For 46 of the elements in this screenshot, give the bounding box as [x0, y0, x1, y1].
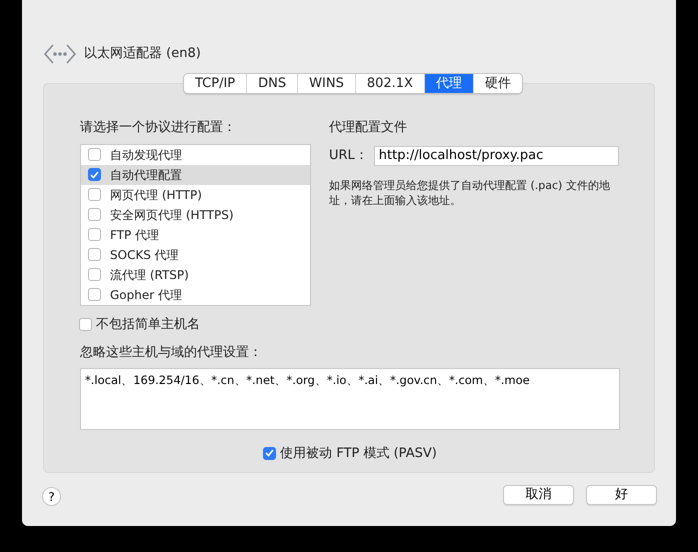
checkbox[interactable] [88, 248, 101, 261]
checkbox[interactable] [88, 208, 101, 221]
ok-button[interactable]: 好 [586, 485, 657, 505]
help-button[interactable]: ? [42, 487, 61, 506]
list-row[interactable]: 网页代理 (HTTP) [81, 184, 310, 204]
checkbox-label: 使用被动 FTP 模式 (PASV) [280, 444, 437, 462]
list-item-label: 自动代理配置 [110, 166, 182, 184]
list-row[interactable]: Gopher 代理 [81, 284, 310, 304]
tab[interactable]: DNS [246, 74, 298, 93]
section-label: 忽略这些主机与域的代理设置： [80, 344, 263, 362]
list-item-label: FTP 代理 [110, 226, 160, 244]
url-field[interactable]: http://localhost/proxy.pac [374, 146, 619, 166]
tab[interactable]: 802.1X [354, 74, 424, 93]
checkbox[interactable] [88, 268, 101, 281]
checkbox[interactable] [88, 148, 101, 161]
checkbox[interactable] [79, 318, 92, 331]
checkbox[interactable] [88, 228, 101, 241]
list-row[interactable]: 安全网页代理 (HTTPS) [81, 204, 310, 224]
list-row[interactable]: 流代理 (RTSP) [81, 264, 310, 284]
list-row[interactable]: FTP 代理 [81, 224, 310, 244]
network-icon [44, 43, 76, 65]
list-item-label: Gopher 代理 [110, 286, 182, 304]
tab[interactable]: 硬件 [472, 74, 522, 93]
url-label: URL： [329, 146, 368, 165]
help-text: 如果网络管理员给您提供了自动代理配置 (.pac) 文件的地址，请在上面输入该地址。 [329, 178, 611, 208]
tab[interactable]: WINS [297, 74, 355, 93]
list-item-label: 流代理 (RTSP) [110, 266, 189, 284]
checkbox[interactable] [88, 188, 101, 201]
list-item-label: 自动发现代理 [110, 146, 182, 164]
list-row[interactable]: 自动发现代理 [81, 144, 310, 164]
list-item-label: 网页代理 (HTTP) [110, 186, 202, 204]
tab[interactable]: TCP/IP [184, 74, 246, 93]
window-title: 以太网适配器 (en8) [84, 45, 201, 64]
checkbox-label: 不包括简单主机名 [96, 316, 200, 334]
list-item-label: 安全网页代理 (HTTPS) [110, 206, 234, 224]
section-label: 请选择一个协议进行配置： [80, 119, 237, 137]
cancel-button[interactable]: 取消 [503, 485, 574, 505]
checkbox[interactable] [88, 168, 101, 181]
list-row[interactable]: SOCKS 代理 [81, 244, 310, 264]
bypass-field[interactable]: *.local、169.254/16、*.cn、*.net、*.org、*.io、*.ai、*.gov.cn、*.com、*.moe [80, 368, 620, 430]
list-row[interactable]: 自动代理配置 [81, 164, 310, 184]
checkbox[interactable] [88, 288, 101, 301]
checkbox[interactable] [263, 446, 276, 460]
list-item-label: SOCKS 代理 [110, 246, 179, 264]
section-label: 代理配置文件 [329, 119, 408, 137]
tab[interactable]: 代理 [424, 74, 473, 93]
